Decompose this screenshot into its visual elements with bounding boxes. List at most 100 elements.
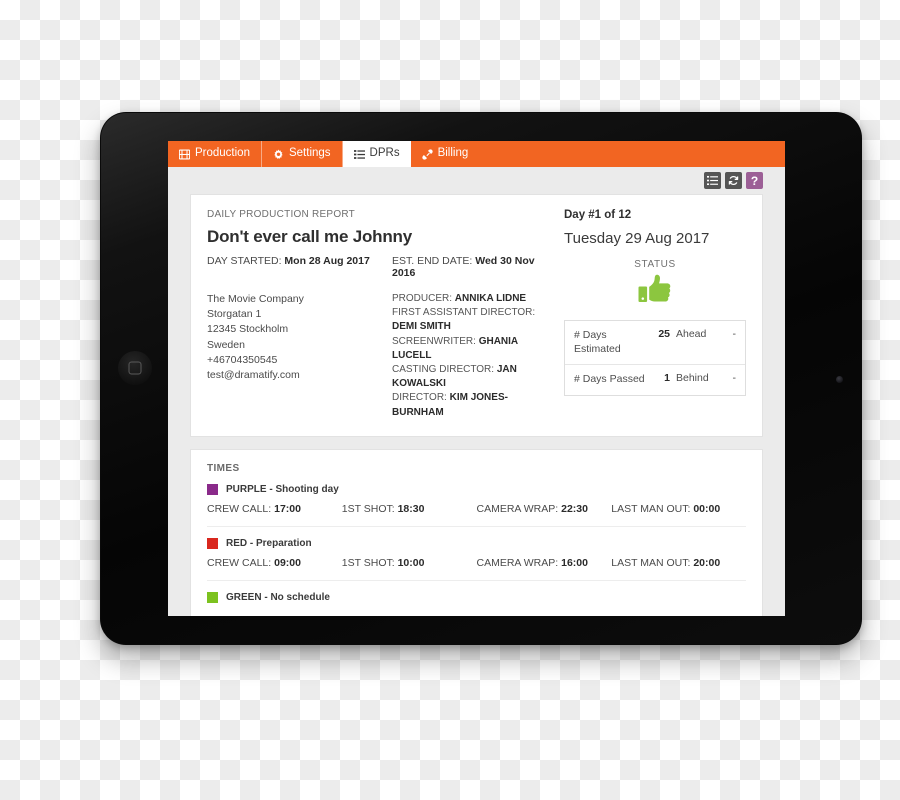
crew-call-value: 17:00	[274, 502, 301, 515]
report-content: DAILY PRODUCTION REPORT Don't ever call …	[168, 194, 785, 616]
camera-wrap-label: CAMERA WRAP:	[476, 502, 559, 515]
tab-production[interactable]: Production	[168, 141, 262, 167]
credit-role: SCREENWRITER:	[392, 335, 476, 347]
page-toolbar: ?	[168, 167, 785, 194]
crew-credits: PRODUCER: ANNIKA LIDNE FIRST ASSISTANT D…	[392, 292, 548, 420]
days-stats-table: # Days Estimated 25 Ahead - # Days Passe…	[564, 320, 746, 396]
address-line: Sweden	[207, 338, 245, 351]
report-header-card: DAILY PRODUCTION REPORT Don't ever call …	[190, 194, 763, 437]
camera-icon	[836, 376, 843, 383]
tab-settings[interactable]: Settings	[262, 141, 343, 167]
crew-call-label: CREW CALL:	[207, 556, 272, 569]
last-man-out-value: 20:00	[693, 556, 721, 569]
address-phone: +46704350545	[207, 353, 278, 366]
credit-role: PRODUCER:	[392, 293, 453, 304]
day-counter: Day #1 of 12	[564, 209, 632, 221]
stat-label: Ahead	[676, 328, 707, 340]
film-grid-icon	[179, 148, 190, 160]
tab-settings-label: Settings	[288, 147, 331, 160]
tab-billing-label: Billing	[437, 147, 469, 160]
credit-role: FIRST ASSISTANT DIRECTOR:	[392, 307, 536, 319]
camera-wrap-value: 22:30	[561, 502, 588, 515]
stat-dash: -	[732, 372, 737, 385]
times-values-row: CREW CALL: 17:00 1ST SHOT: 18:30 CAMERA …	[207, 503, 746, 515]
status-badge	[564, 274, 746, 309]
times-group-name: RED - Preparation	[226, 537, 312, 549]
tab-dprs[interactable]: DPRs	[342, 141, 411, 167]
status-panel: Day #1 of 12 Tuesday 29 Aug 2017 STATUS	[558, 209, 746, 420]
thumbs-up-icon	[638, 274, 672, 308]
table-row: # Days Estimated 25 Ahead -	[565, 321, 745, 364]
last-man-out-label: LAST MAN OUT:	[611, 502, 691, 515]
report-kicker: DAILY PRODUCTION REPORT	[207, 209, 355, 220]
crew-call: CREW CALL: 09:00	[207, 557, 342, 569]
address-email: test@dramatify.com	[207, 369, 300, 382]
stat-label: Behind	[676, 372, 709, 385]
production-company-address: The Movie Company Storgatan 1 12345 Stoc…	[207, 292, 392, 420]
stat-value: 25	[658, 328, 670, 340]
tab-production-label: Production	[195, 147, 250, 160]
help-icon: ?	[750, 173, 759, 188]
camera-wrap-value: 16:00	[561, 556, 588, 569]
credit-row: SCREENWRITER: GHANIA LUCELL	[392, 335, 548, 363]
home-button[interactable]	[118, 351, 152, 385]
address-line: Storgatan 1	[207, 308, 262, 321]
tab-billing[interactable]: Billing	[411, 141, 480, 167]
refresh-button[interactable]	[725, 172, 742, 189]
last-man-out-value: 00:00	[693, 502, 721, 515]
page-title: Don't ever call me Johnny	[207, 227, 412, 246]
stat-name: # Days Estimated	[574, 329, 621, 356]
camera-wrap: CAMERA WRAP: 16:00	[477, 557, 612, 569]
times-group-label: PURPLE - Shooting day	[207, 483, 746, 495]
times-group-label: RED - Preparation	[207, 537, 746, 549]
report-info-columns: The Movie Company Storgatan 1 12345 Stoc…	[207, 292, 548, 420]
times-values-row: CREW CALL: 09:00 1ST SHOT: 10:00 CAMERA …	[207, 557, 746, 569]
camera-wrap-label: CAMERA WRAP:	[476, 556, 559, 569]
tablet-screen: Production Settings DPRs Billing ? DAILY…	[168, 141, 785, 616]
list-view-icon	[707, 175, 718, 186]
refresh-icon	[728, 175, 739, 186]
stat-dash: -	[732, 328, 737, 340]
last-man-out-label: LAST MAN OUT:	[611, 556, 691, 569]
list-view-button[interactable]	[704, 172, 721, 189]
day-started-label: DAY STARTED:	[207, 255, 282, 267]
crew-call: CREW CALL: 17:00	[207, 503, 342, 515]
help-button[interactable]: ?	[746, 172, 763, 189]
first-shot: 1ST SHOT: 18:30	[342, 503, 477, 515]
first-shot-label: 1ST SHOT:	[341, 502, 395, 515]
times-group-green: GREEN - No schedule	[207, 579, 746, 603]
home-button-glyph	[128, 361, 142, 375]
day-started: DAY STARTED: Mon 28 Aug 2017	[207, 255, 392, 279]
camera-wrap: CAMERA WRAP: 22:30	[477, 503, 612, 515]
last-man-out: LAST MAN OUT: 00:00	[611, 503, 746, 515]
color-swatch-red	[207, 537, 218, 549]
first-shot-value: 10:00	[397, 556, 425, 569]
times-card: TIMES PURPLE - Shooting day CREW CALL: 1…	[190, 448, 763, 616]
address-line: 12345 Stockholm	[207, 323, 289, 336]
report-dates: DAY STARTED: Mon 28 Aug 2017 EST. END DA…	[207, 255, 548, 279]
day-started-value: Mon 28 Aug 2017	[284, 255, 370, 267]
times-heading: TIMES	[207, 462, 240, 474]
list-icon	[353, 149, 365, 160]
main-navigation-tabs: Production Settings DPRs Billing	[168, 141, 785, 167]
stat-name: # Days Passed	[574, 373, 645, 386]
times-group-name: PURPLE - Shooting day	[226, 483, 339, 495]
times-group-red: RED - Preparation CREW CALL: 09:00 1ST S…	[207, 525, 746, 569]
color-swatch-purple	[207, 483, 218, 495]
gear-icon	[273, 149, 284, 160]
crew-call-label: CREW CALL:	[207, 502, 272, 515]
tag-icon	[421, 148, 433, 160]
times-group-label: GREEN - No schedule	[207, 591, 746, 603]
credit-row: PRODUCER: ANNIKA LIDNE	[392, 292, 548, 306]
table-row: # Days Passed 1 Behind -	[565, 364, 745, 394]
times-group-purple: PURPLE - Shooting day CREW CALL: 17:00 1…	[207, 483, 746, 515]
color-swatch-green	[207, 591, 218, 603]
crew-call-value: 09:00	[274, 556, 301, 569]
est-end-date: EST. END DATE: Wed 30 Nov 2016	[392, 255, 548, 279]
status-label: STATUS	[634, 259, 676, 270]
credit-row: DIRECTOR: KIM JONES-BURNHAM	[392, 391, 548, 419]
stat-value: 1	[664, 372, 670, 385]
credit-row: FIRST ASSISTANT DIRECTOR: DEMI SMITH	[392, 306, 548, 334]
address-line: The Movie Company	[207, 293, 304, 305]
credit-role: CASTING DIRECTOR:	[392, 363, 495, 375]
